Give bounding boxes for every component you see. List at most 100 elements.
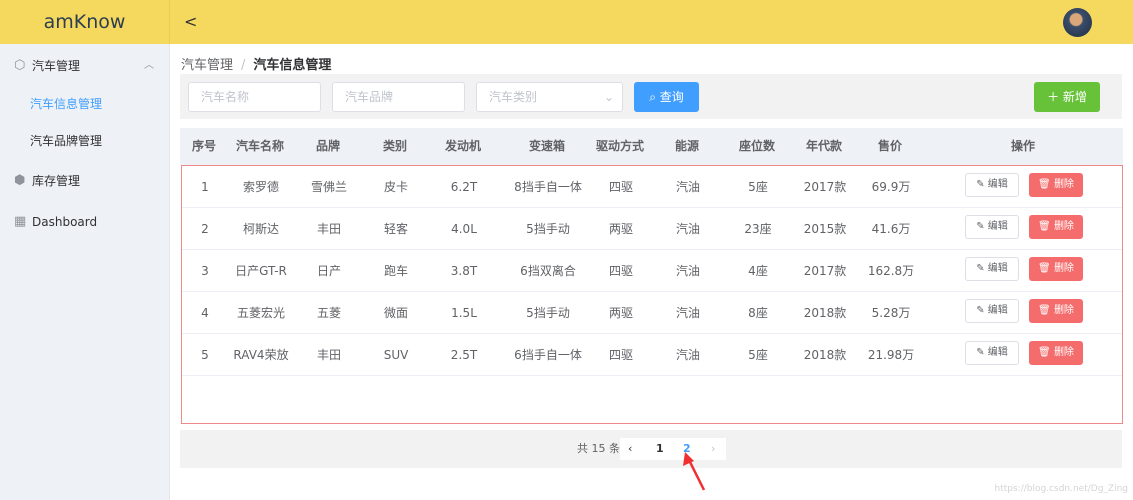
table-cell: RAV4荣放	[233, 348, 289, 362]
table-cell: 4	[201, 306, 209, 320]
table-cell: 汽油	[675, 306, 701, 320]
sidebar: ⬡ 汽车管理 ︿ 汽车信息管理 汽车品牌管理 ⬢ 库存管理 ▦ Dashboar…	[0, 44, 170, 500]
column-header: 座位数	[738, 139, 776, 153]
table-cell: 2018款	[803, 348, 847, 362]
add-button[interactable]: ＋ 新增	[1034, 82, 1100, 112]
delete-button[interactable]: 🗑 删除	[1029, 215, 1083, 239]
table-cell: 柯斯达	[242, 222, 280, 236]
column-header: 驱动方式	[595, 139, 645, 153]
table-cell: 五菱	[316, 306, 342, 320]
user-avatar[interactable]	[1063, 8, 1092, 37]
delete-button[interactable]: 🗑 删除	[1029, 257, 1083, 281]
query-button[interactable]: ⌕ 查询	[634, 82, 699, 112]
edit-icon: ✎	[976, 263, 985, 274]
table-cell: SUV	[383, 348, 409, 362]
column-header: 序号	[191, 139, 217, 153]
delete-button[interactable]: 🗑 删除	[1029, 173, 1083, 197]
query-label: 查询	[659, 90, 684, 104]
sidebar-item-car-brand[interactable]: 汽车品牌管理	[0, 121, 170, 161]
grid-icon: ▦	[14, 214, 27, 229]
table-cell: 跑车	[383, 264, 409, 278]
trash-icon: 🗑	[1038, 221, 1051, 232]
table-cell: 四驱	[608, 264, 634, 278]
table-cell: 2.5T	[450, 348, 478, 362]
edit-button[interactable]: ✎ 编辑	[965, 341, 1019, 365]
table-cell: 2017款	[803, 180, 847, 194]
red-arrow-annotation	[683, 452, 706, 491]
prev-page-button[interactable]: ‹	[628, 438, 632, 460]
sidebar-item-car-info[interactable]: 汽车信息管理	[0, 84, 170, 124]
table-cell: 四驱	[608, 348, 634, 362]
table-cell: 2018款	[803, 306, 847, 320]
chevron-up-icon: ︿	[144, 60, 154, 71]
table-cell: 皮卡	[383, 180, 409, 194]
delete-label: 删除	[1053, 347, 1074, 358]
trash-icon: 🗑	[1038, 305, 1051, 316]
table-cell: 6.2T	[450, 180, 478, 194]
table-cell: 5挡手动	[526, 306, 570, 320]
breadcrumb-separator: /	[241, 58, 246, 73]
edit-button[interactable]: ✎ 编辑	[965, 173, 1019, 197]
column-header: 汽车名称	[235, 139, 285, 153]
table-cell: 两驱	[608, 222, 634, 236]
table-cell: 2017款	[803, 264, 847, 278]
table-cell: 汽油	[675, 222, 701, 236]
table-cell: 3	[201, 264, 209, 278]
edit-button[interactable]: ✎ 编辑	[965, 257, 1019, 281]
edit-icon: ✎	[976, 179, 985, 190]
table-cell: 汽油	[675, 348, 701, 362]
edit-label: 编辑	[987, 221, 1008, 232]
sidebar-item-dashboard[interactable]: ▦ Dashboard	[0, 202, 170, 242]
table-cell: 41.6万	[871, 222, 911, 236]
trash-icon: 🗑	[1038, 347, 1051, 358]
sidebar-item-label: Dashboard	[32, 215, 98, 229]
column-header: 操作	[1010, 139, 1036, 153]
edit-button[interactable]: ✎ 编辑	[965, 299, 1019, 323]
collapse-sidebar-button[interactable]: <	[184, 12, 197, 31]
top-header: amKnow <	[0, 0, 1133, 44]
car-name-input[interactable]: 汽车名称	[188, 82, 321, 112]
delete-label: 删除	[1053, 263, 1074, 274]
cube-icon: ⬡	[14, 58, 26, 73]
table-cell: 6挡手自一体	[514, 348, 582, 362]
table-cell: 5.28万	[871, 306, 911, 320]
table-cell: 索罗德	[242, 180, 280, 194]
delete-button[interactable]: 🗑 删除	[1029, 299, 1083, 323]
app-logo: amKnow	[0, 0, 170, 44]
edit-button[interactable]: ✎ 编辑	[965, 215, 1019, 239]
table-cell: 微面	[383, 306, 409, 320]
trash-icon: 🗑	[1038, 263, 1051, 274]
car-brand-input[interactable]: 汽车品牌	[332, 82, 465, 112]
table-cell: 4座	[748, 264, 768, 278]
search-icon: ⌕	[649, 90, 656, 104]
column-header: 年代款	[805, 139, 843, 153]
breadcrumb-parent[interactable]: 汽车管理	[181, 58, 233, 73]
chevron-down-icon: ⌄	[603, 90, 614, 104]
edit-label: 编辑	[987, 263, 1008, 274]
add-label: 新增	[1062, 90, 1087, 104]
edit-icon: ✎	[976, 305, 985, 316]
table-cell: 8座	[748, 306, 768, 320]
column-header: 发动机	[444, 139, 482, 153]
table-cell: 1	[201, 180, 209, 194]
delete-button[interactable]: 🗑 删除	[1029, 341, 1083, 365]
edit-icon: ✎	[976, 221, 985, 232]
table-cell: 两驱	[608, 306, 634, 320]
table-row: 3 日产GT-R 日产 跑车 3.8T 6挡双离合 四驱 汽油 4座 2017款 162.8万 ✎ 编…	[182, 250, 1122, 292]
car-table: 序号 汽车名称 品牌 类别 发动机 变速箱 驱动方式 能源 座位数 年代款 售价 操作 1 索罗德 雪佛兰…	[180, 128, 1123, 424]
plus-icon: ＋	[1047, 90, 1060, 104]
table-row: 1 索罗德 雪佛兰 皮卡 6.2T 8挡手自一体 四驱 汽油 5座 2017款 69.9万 ✎ 编辑 🗑…	[182, 166, 1122, 208]
total-count: 共 15 条	[577, 442, 620, 455]
search-bar: 汽车名称 汽车品牌 汽车类别 ⌄ ⌕ 查询 ＋ 新增	[180, 74, 1122, 119]
table-cell: 雪佛兰	[310, 180, 348, 194]
car-type-select[interactable]: 汽车类别 ⌄	[476, 82, 623, 112]
sidebar-item-inventory[interactable]: ⬢ 库存管理	[0, 161, 170, 201]
table-cell: 23座	[744, 222, 772, 236]
sidebar-item-car-management[interactable]: ⬡ 汽车管理 ︿	[0, 46, 170, 86]
table-row: 4 五菱宏光 五菱 微面 1.5L 5挡手动 两驱 汽油 8座 2018款 5.28万 ✎ 编辑 🗑 删…	[182, 292, 1122, 334]
edit-icon: ✎	[976, 347, 985, 358]
table-cell: 8挡手自一体	[514, 180, 582, 194]
next-page-button[interactable]: ›	[711, 438, 715, 460]
page-1[interactable]: 1	[656, 438, 664, 460]
table-cell: 汽油	[675, 264, 701, 278]
